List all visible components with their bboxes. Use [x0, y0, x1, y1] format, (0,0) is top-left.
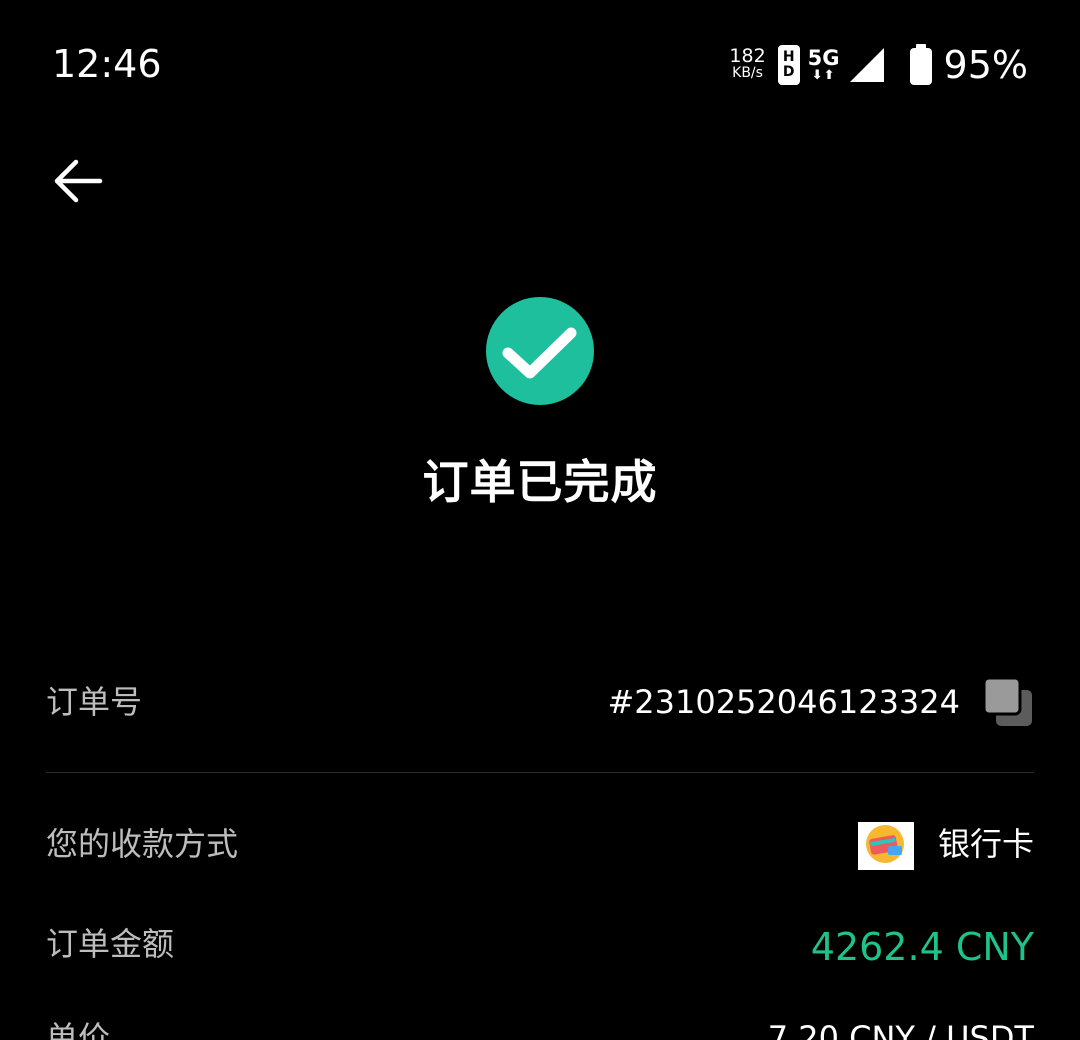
arrow-left-icon: [54, 159, 103, 203]
network-speed-value: 182: [729, 45, 766, 67]
order-amount-row: 订单金额 4262.4 CNY: [46, 922, 1034, 974]
order-number-row: 订单号 #2310252046123324: [46, 676, 1034, 730]
network-speed: 182 KB/s: [729, 45, 766, 82]
signal-icon: [849, 48, 884, 82]
back-button[interactable]: [40, 148, 116, 214]
order-amount-value: 4262.4 CNY: [810, 925, 1034, 969]
order-number-label: 订单号: [46, 683, 143, 721]
battery-icon: [909, 44, 932, 85]
order-number-value: #2310252046123324: [607, 683, 960, 721]
unit-price-row: 单价 7.20 CNY / USDT: [46, 1010, 1034, 1040]
battery-percent: 95%: [943, 43, 1028, 87]
unit-price-label: 单价: [46, 1019, 111, 1040]
row-divider: [46, 772, 1034, 773]
order-status-title: 订单已完成: [422, 455, 658, 509]
payment-method-row: 您的收款方式 银行卡: [46, 822, 1034, 872]
order-amount-label: 订单金额: [46, 925, 175, 963]
network-type: 5G ⬇⬆: [808, 47, 840, 83]
copy-icon: [982, 676, 1032, 726]
hd-voice-icon: H D: [777, 45, 800, 85]
bank-card-icon: [858, 822, 914, 870]
payment-method-label: 您的收款方式: [46, 825, 239, 863]
copy-button[interactable]: [982, 676, 1034, 728]
network-type-label: 5G: [807, 46, 840, 70]
data-activity-icon: ⬇⬆: [811, 68, 836, 83]
status-indicators: 182 KB/s H D 5G ⬇⬆ 95%: [729, 40, 1028, 90]
unit-price-value: 7.20 CNY / USDT: [767, 1019, 1034, 1040]
status-time: 12:46: [52, 42, 162, 86]
status-bar: 12:46 182 KB/s H D 5G ⬇⬆ 95%: [0, 0, 1080, 130]
network-speed-unit: KB/s: [732, 65, 763, 81]
payment-method-value: 银行卡: [937, 825, 1034, 863]
check-circle-icon: [486, 297, 594, 405]
